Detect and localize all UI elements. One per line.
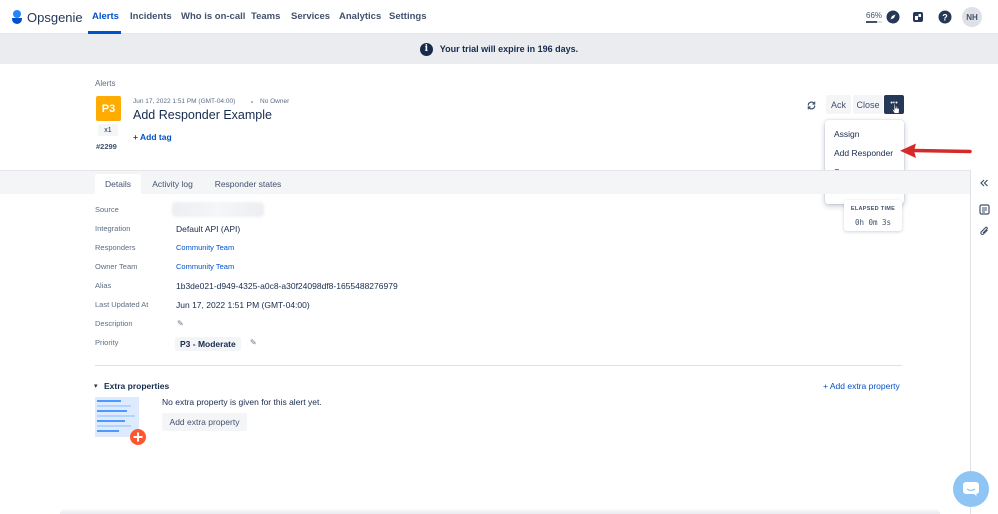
trial-progress-fill bbox=[866, 21, 877, 23]
nav-incidents[interactable]: Incidents bbox=[130, 11, 172, 22]
compass-icon[interactable] bbox=[886, 10, 900, 24]
right-sidebar bbox=[970, 170, 998, 514]
tab-responder-states[interactable]: Responder states bbox=[207, 174, 289, 194]
source-value-redacted bbox=[172, 202, 264, 217]
alias-value: 1b3de021-d949-4325-a0c8-a30f24098df8-165… bbox=[176, 281, 398, 291]
nav-services[interactable]: Services bbox=[291, 11, 330, 22]
edit-description-icon[interactable]: ✎ bbox=[177, 319, 184, 328]
footer-shadow bbox=[60, 508, 940, 514]
tab-activity-log[interactable]: Activity log bbox=[144, 174, 201, 194]
add-extra-property-button[interactable]: Add extra property bbox=[162, 413, 247, 431]
close-button[interactable]: Close bbox=[853, 95, 883, 114]
ack-button[interactable]: Ack bbox=[826, 95, 851, 114]
trial-progress-bar bbox=[866, 21, 882, 23]
chat-icon bbox=[963, 482, 979, 497]
empty-state-illustration-icon bbox=[95, 397, 146, 445]
priority-value[interactable]: P3 - Moderate bbox=[175, 337, 241, 351]
nav-teams[interactable]: Teams bbox=[251, 11, 280, 22]
section-divider bbox=[95, 365, 902, 366]
notes-icon[interactable] bbox=[978, 203, 990, 215]
trial-banner-text: Your trial will expire in 196 days. bbox=[439, 44, 579, 54]
alert-title: Add Responder Example bbox=[133, 108, 272, 122]
responders-value[interactable]: Community Team bbox=[176, 243, 234, 252]
logo-text: Opsgenie bbox=[27, 9, 83, 25]
priority-badge: P3 bbox=[96, 96, 121, 121]
info-icon: i bbox=[419, 42, 433, 56]
help-icon[interactable]: ? bbox=[938, 10, 952, 24]
add-extra-property-link[interactable]: + Add extra property bbox=[823, 381, 900, 391]
last-updated-label: Last Updated At bbox=[95, 300, 149, 309]
opsgenie-logo-icon bbox=[12, 10, 22, 24]
extra-properties-heading[interactable]: Extra properties bbox=[104, 381, 169, 391]
integration-value: Default API (API) bbox=[176, 224, 241, 234]
alert-count-badge: x1 bbox=[98, 124, 118, 136]
tab-details[interactable]: Details bbox=[95, 174, 141, 194]
chevron-down-icon[interactable]: ▾ bbox=[94, 382, 98, 390]
refresh-icon[interactable] bbox=[804, 98, 818, 112]
owner-team-value[interactable]: Community Team bbox=[176, 262, 234, 271]
description-label: Description bbox=[95, 319, 133, 328]
edit-priority-icon[interactable]: ✎ bbox=[250, 338, 257, 347]
mouse-cursor-icon bbox=[891, 102, 900, 114]
elapsed-time-value: 0h 0m 3s bbox=[854, 218, 892, 227]
owner-team-label: Owner Team bbox=[95, 262, 138, 271]
annotation-arrow-icon bbox=[900, 143, 972, 158]
elapsed-time-title: ELAPSED TIME bbox=[850, 206, 896, 212]
nav-analytics[interactable]: Analytics bbox=[339, 11, 381, 22]
nav-settings[interactable]: Settings bbox=[389, 11, 426, 22]
empty-extra-text: No extra property is given for this aler… bbox=[162, 397, 322, 407]
top-nav: Opsgenie Alerts Incidents Who is on-call… bbox=[0, 0, 998, 34]
breadcrumb[interactable]: Alerts bbox=[95, 79, 115, 88]
trial-banner: i Your trial will expire in 196 days. bbox=[0, 34, 998, 64]
app-switcher-icon[interactable] bbox=[911, 10, 925, 24]
nav-alerts[interactable]: Alerts bbox=[92, 11, 119, 22]
alert-owner: No Owner bbox=[260, 98, 290, 105]
alert-tiny-id: #2299 bbox=[96, 142, 117, 151]
user-avatar[interactable]: NH bbox=[962, 7, 982, 27]
nav-who-is-on-call[interactable]: Who is on-call bbox=[181, 11, 245, 22]
meta-separator-dot bbox=[251, 101, 253, 103]
add-tag-link[interactable]: + Add tag bbox=[133, 132, 172, 142]
chat-launcher[interactable] bbox=[953, 471, 989, 507]
menu-item-assign[interactable]: Assign bbox=[825, 124, 904, 143]
menu-item-add-responder[interactable]: Add Responder bbox=[825, 143, 904, 162]
opsgenie-logo[interactable]: Opsgenie bbox=[12, 9, 83, 25]
attachment-icon[interactable] bbox=[978, 225, 990, 237]
trial-progress-text: 66% bbox=[866, 11, 883, 20]
alert-created-date: Jun 17, 2022 1:51 PM (GMT-04:00) bbox=[133, 98, 236, 105]
priority-label: Priority bbox=[95, 338, 119, 347]
collapse-icon[interactable] bbox=[978, 177, 990, 189]
svg-text:?: ? bbox=[942, 13, 948, 23]
alias-label: Alias bbox=[95, 281, 112, 290]
responders-label: Responders bbox=[95, 243, 136, 252]
source-label: Source bbox=[95, 205, 119, 214]
last-updated-value: Jun 17, 2022 1:51 PM (GMT-04:00) bbox=[176, 300, 310, 310]
integration-label: Integration bbox=[95, 224, 131, 233]
elapsed-time-card: ELAPSED TIME 0h 0m 3s bbox=[844, 200, 902, 231]
